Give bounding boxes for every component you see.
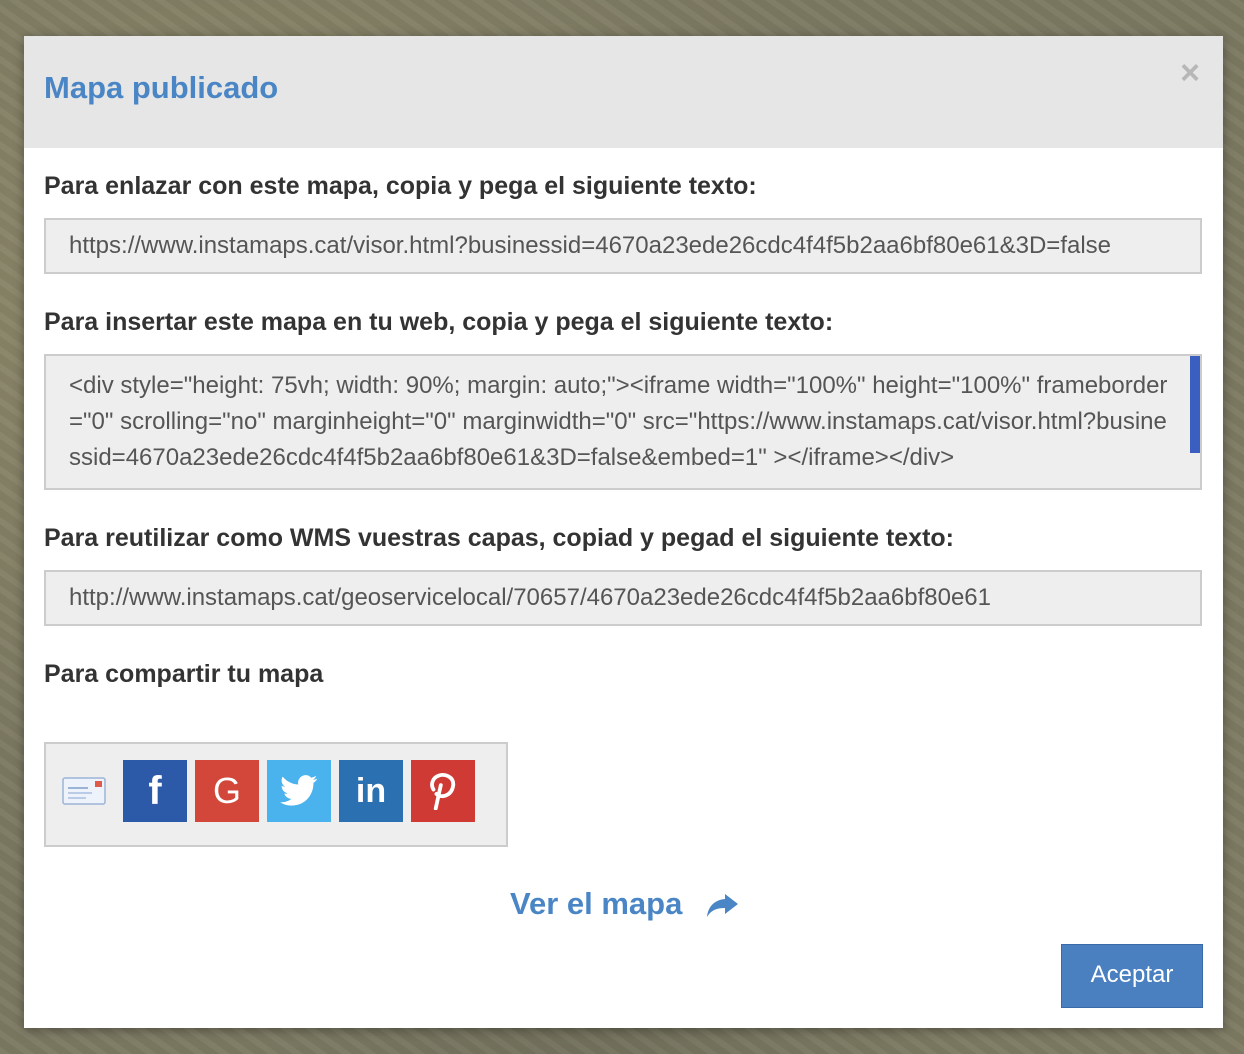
wms-url-field[interactable]: http://www.instamaps.cat/geoservicelocal… bbox=[44, 570, 1202, 626]
facebook-icon[interactable]: f bbox=[123, 760, 187, 822]
link-url-field[interactable]: https://www.instamaps.cat/visor.html?bus… bbox=[44, 218, 1202, 274]
twitter-icon[interactable] bbox=[267, 760, 331, 822]
share-arrow-icon bbox=[706, 893, 738, 917]
embed-scrollbar[interactable] bbox=[1190, 356, 1200, 488]
dialog-header: Mapa publicado × bbox=[24, 36, 1223, 148]
close-icon[interactable]: × bbox=[1175, 56, 1205, 90]
embed-label: Para insertar este mapa en tu web, copia… bbox=[44, 308, 834, 336]
publish-dialog: Mapa publicado × Para enlazar con este m… bbox=[24, 36, 1223, 1028]
embed-scrollbar-thumb[interactable] bbox=[1190, 356, 1200, 453]
embed-code-textarea[interactable]: <div style="height: 75vh; width: 90%; ma… bbox=[44, 354, 1202, 490]
dialog-title: Mapa publicado bbox=[44, 70, 279, 105]
google-icon[interactable]: G bbox=[195, 760, 259, 822]
accept-button[interactable]: Aceptar bbox=[1061, 944, 1203, 1008]
email-icon[interactable] bbox=[52, 760, 116, 822]
share-buttons-box: f G in bbox=[44, 742, 508, 847]
google-glyph: G bbox=[212, 770, 241, 811]
view-map-label: Ver el mapa bbox=[510, 886, 683, 921]
link-label: Para enlazar con este mapa, copia y pega… bbox=[44, 172, 757, 200]
view-map-link[interactable]: Ver el mapa bbox=[510, 886, 739, 922]
share-label: Para compartir tu mapa bbox=[44, 660, 324, 688]
linkedin-icon[interactable]: in bbox=[339, 760, 403, 822]
facebook-glyph: f bbox=[148, 768, 162, 813]
linkedin-glyph: in bbox=[355, 771, 387, 810]
pinterest-icon[interactable] bbox=[411, 760, 475, 822]
wms-label: Para reutilizar como WMS vuestras capas,… bbox=[44, 524, 954, 552]
embed-code-text: <div style="height: 75vh; width: 90%; ma… bbox=[69, 372, 1168, 471]
